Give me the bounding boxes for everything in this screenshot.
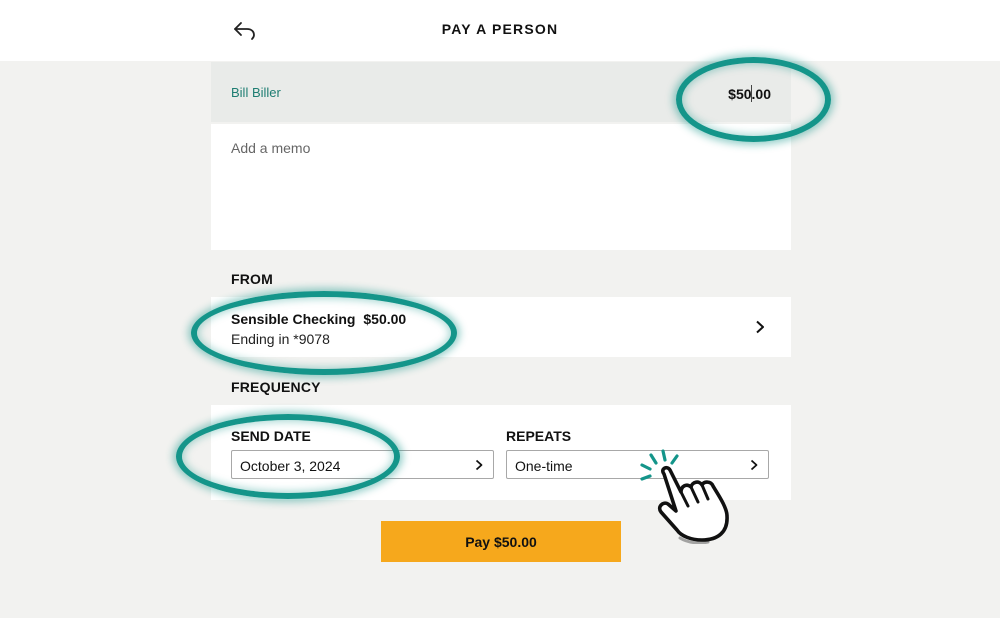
account-title: Sensible Checking $50.00 bbox=[231, 311, 406, 327]
send-date-label: SEND DATE bbox=[231, 428, 311, 444]
memo-panel bbox=[211, 124, 791, 250]
send-date-select[interactable]: October 3, 2024 bbox=[231, 450, 494, 479]
send-date-value: October 3, 2024 bbox=[240, 458, 341, 474]
amount-input[interactable]: $50.00 bbox=[728, 85, 771, 102]
bottom-edge bbox=[0, 618, 1000, 627]
payee-name: Bill Biller bbox=[231, 85, 281, 100]
frequency-panel: SEND DATE October 3, 2024 REPEATS One-ti… bbox=[211, 405, 791, 500]
chevron-right-icon bbox=[756, 320, 764, 334]
repeats-value: One-time bbox=[515, 458, 573, 474]
app-header: PAY A PERSON bbox=[0, 0, 1000, 61]
from-label: FROM bbox=[231, 271, 274, 287]
amount-dollars: $50 bbox=[728, 86, 752, 102]
memo-input[interactable] bbox=[231, 140, 771, 230]
page-title: PAY A PERSON bbox=[441, 21, 559, 37]
chevron-right-icon bbox=[475, 459, 483, 471]
payee-amount-row: Bill Biller $50.00 bbox=[211, 62, 791, 122]
account-ending: Ending in *9078 bbox=[231, 331, 330, 347]
repeats-label: REPEATS bbox=[506, 428, 572, 444]
frequency-label: FREQUENCY bbox=[231, 379, 321, 395]
chevron-right-icon bbox=[750, 459, 758, 471]
amount-cents: .00 bbox=[751, 86, 771, 102]
pay-button[interactable]: Pay $50.00 bbox=[381, 521, 621, 562]
account-balance: $50.00 bbox=[363, 311, 407, 327]
account-name: Sensible Checking bbox=[231, 311, 356, 327]
repeats-select[interactable]: One-time bbox=[506, 450, 769, 479]
from-account-selector[interactable]: Sensible Checking $50.00 Ending in *9078 bbox=[211, 297, 791, 357]
